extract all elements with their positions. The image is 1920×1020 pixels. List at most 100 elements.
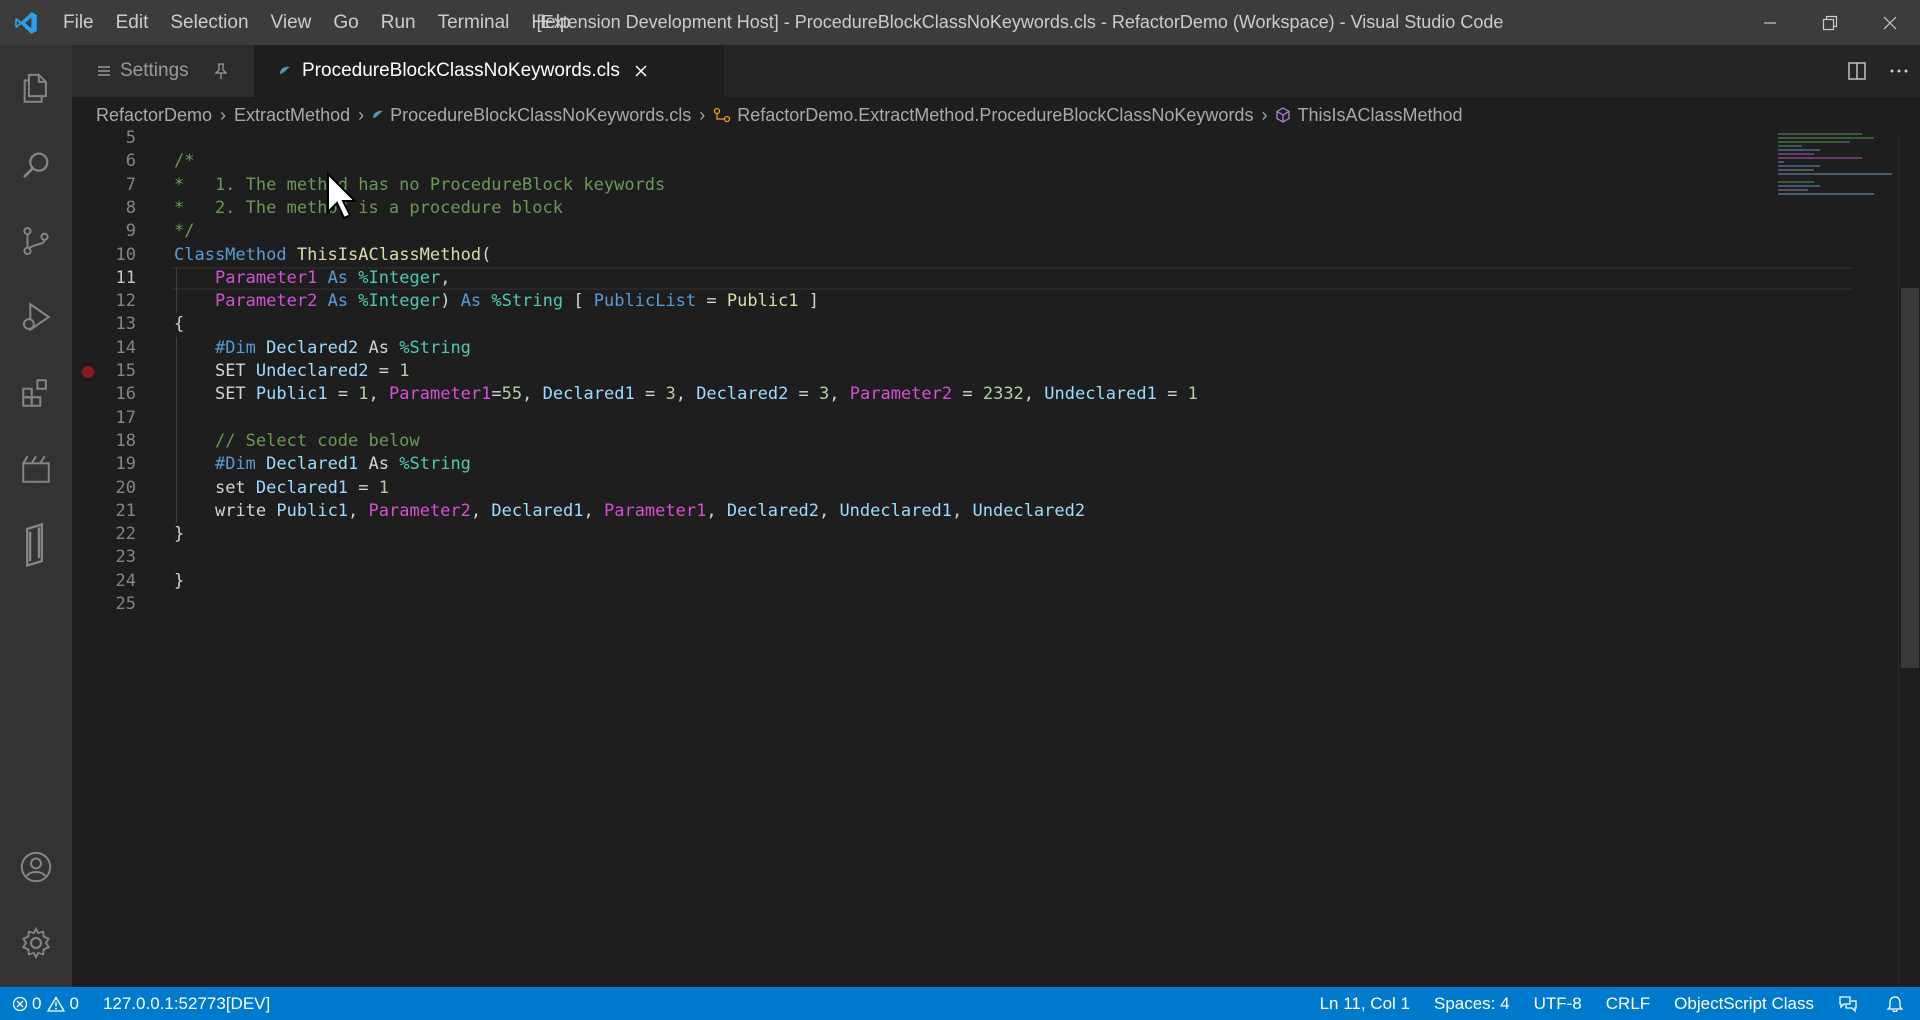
breadcrumb: RefactorDemo › ExtractMethod › Procedure… (72, 97, 1920, 133)
manage-gear-icon[interactable] (0, 907, 72, 979)
run-debug-icon[interactable] (0, 281, 72, 353)
indentation[interactable]: Spaces: 4 (1422, 987, 1522, 1020)
menu-run[interactable]: Run (370, 0, 427, 45)
pin-icon[interactable] (213, 62, 229, 80)
code-line[interactable]: SET Public1 = 1, Parameter1=55, Declared… (174, 383, 1198, 406)
remote-icon[interactable] (0, 433, 72, 505)
extensions-icon[interactable] (0, 357, 72, 429)
code-token: = (368, 361, 400, 381)
explorer-icon[interactable] (0, 53, 72, 125)
editor-actions (1836, 45, 1920, 97)
code-token: SET (214, 384, 246, 405)
menu-file[interactable]: File (52, 0, 105, 45)
menu-go[interactable]: Go (322, 0, 369, 45)
breadcrumb-item[interactable]: RefactorDemo (96, 105, 212, 126)
code-token: , (706, 500, 727, 521)
line-number: 8 (125, 197, 136, 218)
restore-button[interactable] (1800, 0, 1860, 45)
code-token: 3 (665, 384, 676, 405)
code-token: 3 (819, 384, 830, 405)
code-token: = (1156, 384, 1188, 405)
code-token: Undeclared2 (972, 500, 1086, 521)
minimize-button[interactable] (1740, 0, 1800, 45)
code-editor[interactable]: 5 6 7 8 9 10 11 12 13 14 15 16 17 18 19 20 21 22 23 24 25 /*… (72, 128, 1920, 987)
menu-help[interactable]: Help (520, 0, 581, 45)
code-token: { (174, 314, 185, 335)
tab-procedureblockclassnokeywords[interactable]: ProcedureBlockClassNoKeywords.cls (254, 45, 724, 97)
line-number: 20 (115, 477, 136, 498)
feedback-icon[interactable] (1826, 987, 1874, 1020)
code-token: write (214, 500, 267, 521)
line-ending[interactable]: CRLF (1594, 987, 1662, 1020)
code-line[interactable]: set Declared1 = 1 (174, 477, 389, 500)
code-token: 1 (1187, 384, 1198, 405)
code-line[interactable]: * 1. The method has no ProcedureBlock ke… (174, 174, 665, 197)
source-control-icon[interactable] (0, 205, 72, 277)
code-token: = (327, 384, 359, 405)
close-window-button[interactable] (1860, 0, 1920, 45)
minimap[interactable] (1778, 133, 1898, 213)
code-line[interactable]: { (174, 313, 184, 336)
language-mode[interactable]: ObjectScript Class (1662, 987, 1826, 1020)
search-icon[interactable] (0, 129, 72, 201)
warning-icon (47, 995, 66, 1012)
code-token: Declared1 (266, 454, 359, 475)
line-number: 16 (115, 384, 136, 405)
vertical-scrollbar[interactable] (1898, 133, 1920, 987)
code-line[interactable]: } (174, 523, 184, 546)
line-number: 5 (125, 128, 136, 148)
tab-settings[interactable]: Settings (72, 45, 254, 97)
warning-count: 0 (69, 993, 79, 1013)
breadcrumb-item[interactable]: ProcedureBlockClassNoKeywords.cls (390, 105, 691, 126)
more-actions-icon[interactable] (1878, 45, 1920, 97)
code-token: // Select code below (214, 430, 420, 451)
code-line[interactable]: // Select code below (174, 430, 420, 453)
encoding[interactable]: UTF-8 (1522, 987, 1594, 1020)
objectscript-icon[interactable] (0, 509, 72, 581)
code-token: , (952, 500, 973, 521)
code-line[interactable]: write Public1, Parameter2, Declared1, Pa… (174, 500, 1085, 523)
code-token: , (348, 500, 369, 521)
code-line[interactable]: /* (174, 150, 194, 173)
code-line[interactable]: } (174, 570, 184, 593)
close-tab-icon[interactable] (634, 64, 648, 78)
code-line[interactable]: #Dim Declared1 As %String (174, 453, 471, 476)
breadcrumb-item[interactable]: RefactorDemo.ExtractMethod.ProcedureBloc… (737, 105, 1253, 126)
menu-edit[interactable]: Edit (105, 0, 160, 45)
menu-terminal[interactable]: Terminal (427, 0, 521, 45)
menu-view[interactable]: View (260, 0, 323, 45)
code-token: #Dim (214, 337, 256, 358)
problems-indicator[interactable]: 0 0 (0, 987, 91, 1020)
code-token: Declared1 (491, 500, 584, 521)
breadcrumb-item[interactable]: ThisIsAClassMethod (1297, 105, 1462, 126)
scrollbar-thumb[interactable] (1901, 288, 1919, 668)
code-line[interactable]: SET Undeclared2 = 1 (174, 360, 410, 383)
menu-selection[interactable]: Selection (159, 0, 259, 45)
notifications-bell-icon[interactable] (1874, 987, 1920, 1020)
code-line[interactable]: Parameter2 As %Integer) As %String [ Pub… (174, 290, 819, 313)
accounts-icon[interactable] (0, 831, 72, 903)
code-line[interactable]: Parameter1 As %Integer, (174, 267, 450, 290)
code-token: ThisIsAClassMethod (296, 244, 482, 265)
code-line[interactable]: #Dim Declared2 As %String (174, 337, 471, 360)
split-editor-icon[interactable] (1836, 45, 1878, 97)
code-token: ClassMethod (174, 244, 287, 265)
code-line[interactable]: * 2. The method is a procedure block (174, 197, 563, 220)
line-number: 25 (115, 594, 136, 614)
code-line[interactable]: */ (174, 220, 194, 243)
cursor-position[interactable]: Ln 11, Col 1 (1308, 987, 1422, 1020)
code-token: , (368, 384, 390, 405)
server-connection[interactable]: 127.0.0.1:52773[DEV] (91, 987, 282, 1020)
code-token: Undeclared1 (839, 500, 953, 521)
breadcrumb-item[interactable]: ExtractMethod (234, 105, 350, 126)
code-line[interactable]: ClassMethod ThisIsAClassMethod( (174, 244, 491, 267)
code-token: 1 (399, 361, 410, 381)
code-token: %String (399, 337, 471, 358)
code-token: %String (491, 291, 564, 312)
